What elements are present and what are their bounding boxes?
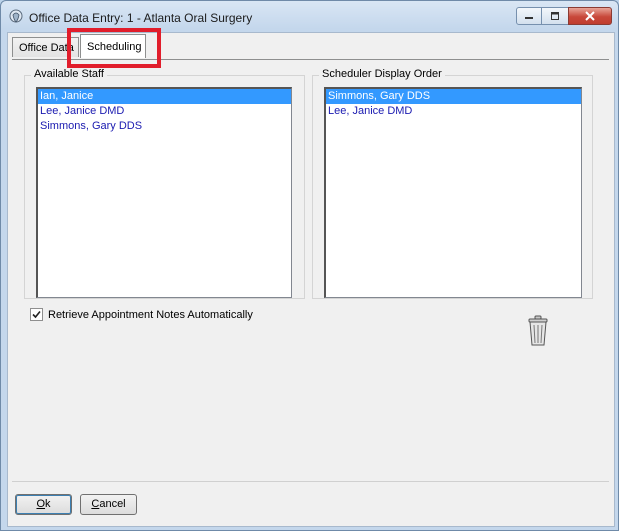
minimize-icon: [525, 17, 533, 19]
retrieve-notes-label: Retrieve Appointment Notes Automatically: [48, 308, 253, 321]
display-order-label: Scheduler Display Order: [319, 68, 445, 80]
retrieve-notes-option[interactable]: Retrieve Appointment Notes Automatically: [30, 308, 253, 321]
highlight-box: [67, 28, 161, 68]
ok-button[interactable]: Ok: [15, 494, 72, 515]
dialog-window: Office Data Entry: 1 - Atlanta Oral Surg…: [0, 0, 619, 531]
checkmark-icon: [32, 310, 41, 319]
ok-accelerator: O: [36, 498, 46, 510]
trash-icon[interactable]: [527, 315, 549, 347]
available-staff-label: Available Staff: [31, 68, 107, 80]
display-order-group: Scheduler Display Order Simmons, Gary DD…: [312, 68, 593, 299]
available-staff-group: Available Staff Ian, Janice Lee, Janice D…: [24, 68, 305, 299]
list-item[interactable]: Lee, Janice DMD: [326, 104, 581, 119]
window-title: Office Data Entry: 1 - Atlanta Oral Surg…: [29, 11, 253, 25]
maximize-button[interactable]: [542, 7, 568, 25]
title-bar[interactable]: Office Data Entry: 1 - Atlanta Oral Surg…: [1, 1, 618, 31]
available-staff-list[interactable]: Ian, Janice Lee, Janice DMD Simmons, Gary …: [36, 87, 292, 298]
list-item[interactable]: Lee, Janice DMD: [38, 104, 291, 119]
list-item[interactable]: Simmons, Gary DDS: [38, 119, 291, 134]
ok-label-rest: k: [45, 498, 51, 510]
retrieve-notes-checkbox[interactable]: [30, 308, 43, 321]
cancel-button[interactable]: Cancel: [80, 494, 137, 515]
close-button[interactable]: [568, 7, 612, 25]
app-icon: [9, 9, 23, 23]
cancel-label-rest: ancel: [99, 498, 126, 510]
close-icon: [585, 11, 595, 21]
footer-divider: [12, 481, 609, 482]
dialog-client: Office Data Scheduling Available Staff I…: [7, 28, 615, 527]
minimize-button[interactable]: [516, 7, 542, 25]
list-item[interactable]: Simmons, Gary DDS: [326, 89, 581, 104]
display-order-list[interactable]: Simmons, Gary DDS Lee, Janice DMD: [324, 87, 582, 298]
list-item[interactable]: Ian, Janice: [38, 89, 291, 104]
maximize-icon: [551, 12, 559, 20]
